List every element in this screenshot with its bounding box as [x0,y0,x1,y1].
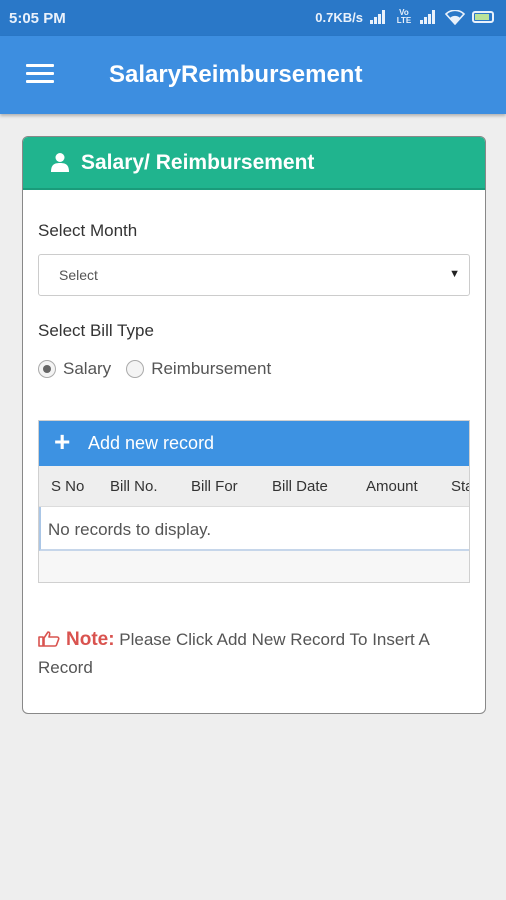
signal-icon [420,10,438,24]
salary-radio-label[interactable]: Salary [63,359,111,379]
empty-message: No records to display. [48,520,212,539]
battery-icon [472,11,494,23]
wifi-icon [445,9,465,25]
salary-card: Salary/ Reimbursement Select Month Selec… [22,136,486,714]
column-header[interactable]: Bill No. [110,478,158,495]
column-header[interactable]: S No [51,478,84,495]
column-header[interactable]: Status [451,478,469,495]
month-select-value: Select [59,267,98,283]
salary-radio[interactable] [38,360,56,378]
card-title: Salary/ Reimbursement [81,151,315,174]
select-month-label: Select Month [38,221,138,240]
reimbursement-radio-label[interactable]: Reimbursement [151,359,271,379]
menu-icon[interactable] [26,64,54,86]
reimbursement-radio[interactable] [126,360,145,378]
thumbs-up-icon [38,631,60,647]
column-header[interactable]: Bill Date [272,478,328,495]
card-header: Salary/ Reimbursement [23,137,485,190]
note-label: Note: [66,629,115,650]
add-record-button[interactable]: + Add new record [39,421,469,466]
add-record-label: Add new record [88,433,215,453]
volte-indicator: Vo LTE [396,8,412,25]
grid-body: No records to display. [39,507,469,551]
user-icon [51,153,69,172]
note: Note: Please Click Add New Record To Ins… [38,626,474,682]
status-indicators: 0.7KB/s Vo LTE [315,9,494,25]
plus-icon: + [54,426,71,457]
column-header[interactable]: Amount [366,478,418,495]
grid-header: S No Bill No. Bill For Bill Date Amount … [39,466,469,507]
column-header[interactable]: Bill For [191,478,238,495]
records-grid: + Add new record S No Bill No. Bill For … [38,420,470,583]
dropdown-caret-icon: ▼ [449,268,460,280]
signal-icon [370,10,388,24]
status-bar: 5:05 PM 0.7KB/s Vo LTE [0,0,506,36]
status-time: 5:05 PM [9,10,66,27]
app-title: SalaryReimbursement [109,61,363,88]
network-speed: 0.7KB/s [315,9,363,25]
bill-type-radio-group: Salary Reimbursement [38,359,286,379]
bill-type-label: Select Bill Type [38,321,154,340]
app-bar: SalaryReimbursement [0,36,506,114]
month-select[interactable]: Select ▼ [38,254,470,296]
